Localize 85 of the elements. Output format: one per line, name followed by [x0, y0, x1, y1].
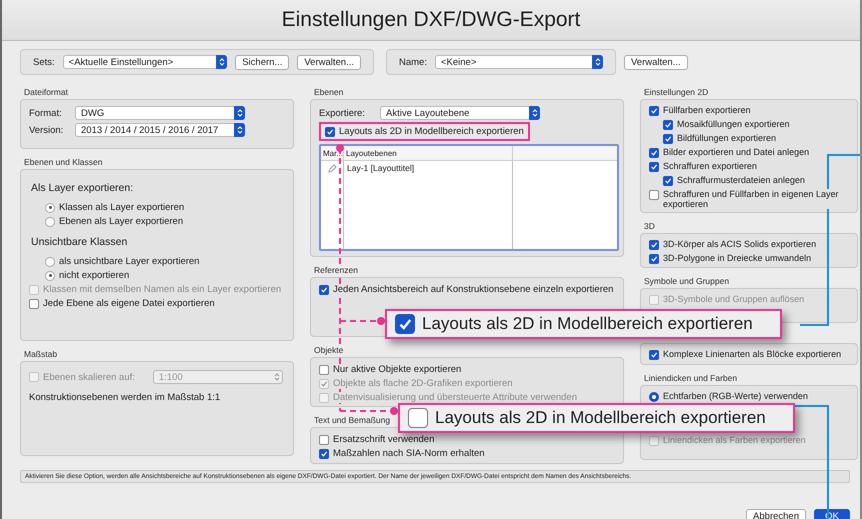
checkbox[interactable] — [319, 284, 329, 294]
option-label: Ebenen als Layer exportieren — [59, 216, 184, 227]
checkbox[interactable] — [649, 148, 659, 158]
option-label: Ebenen skalieren auf: — [43, 372, 135, 382]
option-label: Füllfarben exportieren — [663, 105, 751, 115]
checkbox[interactable] — [663, 176, 673, 186]
radio-button[interactable] — [649, 392, 659, 402]
section-title: Symbole und Gruppen — [644, 276, 730, 286]
option-label: 3D-Polygone in Dreiecke umwandeln — [663, 253, 812, 263]
pencil-icon — [328, 164, 336, 172]
group-heading: Unsichtbare Klassen — [31, 236, 128, 248]
field-label: Format: — [29, 108, 63, 118]
option-label: Schraffurmusterdateien anlegen — [677, 175, 805, 185]
scale-note: Konstruktionsebenen werden im Maßstab 1:1 — [29, 392, 220, 403]
checkbox[interactable] — [29, 298, 39, 308]
option-label: Liniendicken als Farben exportieren — [663, 435, 806, 445]
group-heading: Als Layer exportieren: — [31, 182, 134, 194]
callout-label: Layouts als 2D in Modellbereich exportieren — [435, 408, 766, 428]
section-title: Ebenen — [314, 87, 344, 97]
checkbox[interactable] — [649, 190, 659, 200]
option-label: Layouts als 2D in Modellbereich exportieren — [339, 126, 524, 137]
checkbox[interactable] — [649, 240, 659, 250]
option-label: 3D-Symbole und Gruppen auflösen — [663, 294, 804, 304]
checkbox[interactable] — [319, 364, 329, 374]
dropdown[interactable]: DWG — [75, 106, 245, 120]
sets-button[interactable]: Verwalten... — [297, 54, 361, 70]
checkbox[interactable] — [649, 162, 659, 172]
stepper-icon — [234, 123, 245, 137]
section-title: Maßstab — [24, 349, 58, 359]
option-label: Jeden Ansichtsbereich auf Konstruktionsebene einzeln exportieren — [333, 284, 614, 295]
option-label: Mosaikfüllungen exportieren — [677, 119, 790, 129]
checkbox[interactable] — [325, 126, 335, 136]
option-label: Klassen als Layer exportieren — [59, 202, 184, 213]
sets-label: Sets: — [33, 56, 55, 68]
checkbox[interactable] — [663, 120, 673, 130]
section-title: Referenzen — [314, 265, 358, 275]
section-title: Dateiformat — [24, 87, 68, 97]
field-label: Exportiere: — [319, 108, 366, 118]
section-title: Liniendicken und Farben — [644, 373, 738, 383]
name-label: Name: — [399, 56, 427, 68]
table-cell[interactable]: Lay-1 [Layouttitel] — [343, 163, 414, 173]
dialog-button[interactable]: Abbrechen — [746, 509, 806, 519]
section-title: Text und Bemaßung — [314, 415, 390, 425]
dropdown[interactable]: 2013 / 2014 / 2015 / 2016 / 2017 — [75, 123, 245, 137]
option-label: 3D-Körper als ACIS Solids exportieren — [663, 239, 816, 249]
option-label: Komplexe Linienarten als Blöcke exportieren — [663, 349, 842, 359]
window-title: Einstellungen DXF/DWG-Export — [282, 8, 580, 32]
checkbox[interactable] — [319, 434, 329, 444]
checkbox[interactable] — [649, 350, 659, 360]
checkbox[interactable] — [649, 106, 659, 116]
option-label: Jede Ebene als eigene Datei exportieren — [43, 298, 215, 309]
section-title: Objekte — [314, 345, 344, 355]
checkbox[interactable] — [649, 254, 659, 264]
stepper-icon — [234, 106, 245, 120]
radio-button[interactable] — [45, 270, 55, 280]
radio-button[interactable] — [45, 256, 55, 266]
stepper-icon — [216, 55, 228, 69]
stepper-icon — [592, 55, 603, 69]
section-title: Ebenen und Klassen — [24, 157, 102, 167]
callout-label: Layouts als 2D in Modellbereich exportieren — [422, 314, 753, 334]
sets-button[interactable]: Sichern... — [235, 54, 290, 70]
option-label: als unsichtbare Layer exportieren — [59, 256, 200, 267]
radio-button[interactable] — [45, 202, 55, 212]
stepper-icon — [529, 106, 540, 120]
sets-dropdown[interactable]: <Aktuelle Einstellungen> — [62, 55, 228, 69]
section-title: 3D — [644, 221, 655, 231]
option-label: Klassen mit demselben Namen als ein Layer exportieren — [43, 284, 282, 295]
option-label: Schraffuren exportieren — [663, 161, 757, 171]
option-label: Ersatzschrift verwenden — [333, 434, 434, 445]
option-label: Maßzahlen nach SIA-Norm erhalten — [333, 448, 485, 459]
section-title: Einstellungen 2D — [644, 87, 708, 97]
option-label: Objekte als flache 2D-Grafiken exportieren — [333, 378, 513, 389]
option-label: Nur aktive Objekte exportieren — [333, 364, 462, 375]
checkbox[interactable] — [663, 134, 673, 144]
field-label: Version: — [29, 124, 64, 136]
radio-button[interactable] — [45, 216, 55, 226]
option-label: Datenvisualisierung und übersteuerte Attribute verwenden — [333, 392, 577, 403]
dropdown[interactable]: Aktive Layoutebene — [380, 106, 540, 120]
option-label: nicht exportieren — [59, 270, 130, 281]
option-label: Bilder exportieren und Datei anlegen — [663, 147, 810, 157]
option-label: Bildfüllungen exportieren — [677, 133, 776, 143]
name-dropdown[interactable]: <Keine> — [434, 55, 603, 69]
manage-button[interactable]: Verwalten... — [624, 54, 688, 70]
checkbox[interactable] — [319, 448, 329, 458]
option-label: Echtfarben (RGB-Werte) verwenden — [663, 391, 808, 401]
